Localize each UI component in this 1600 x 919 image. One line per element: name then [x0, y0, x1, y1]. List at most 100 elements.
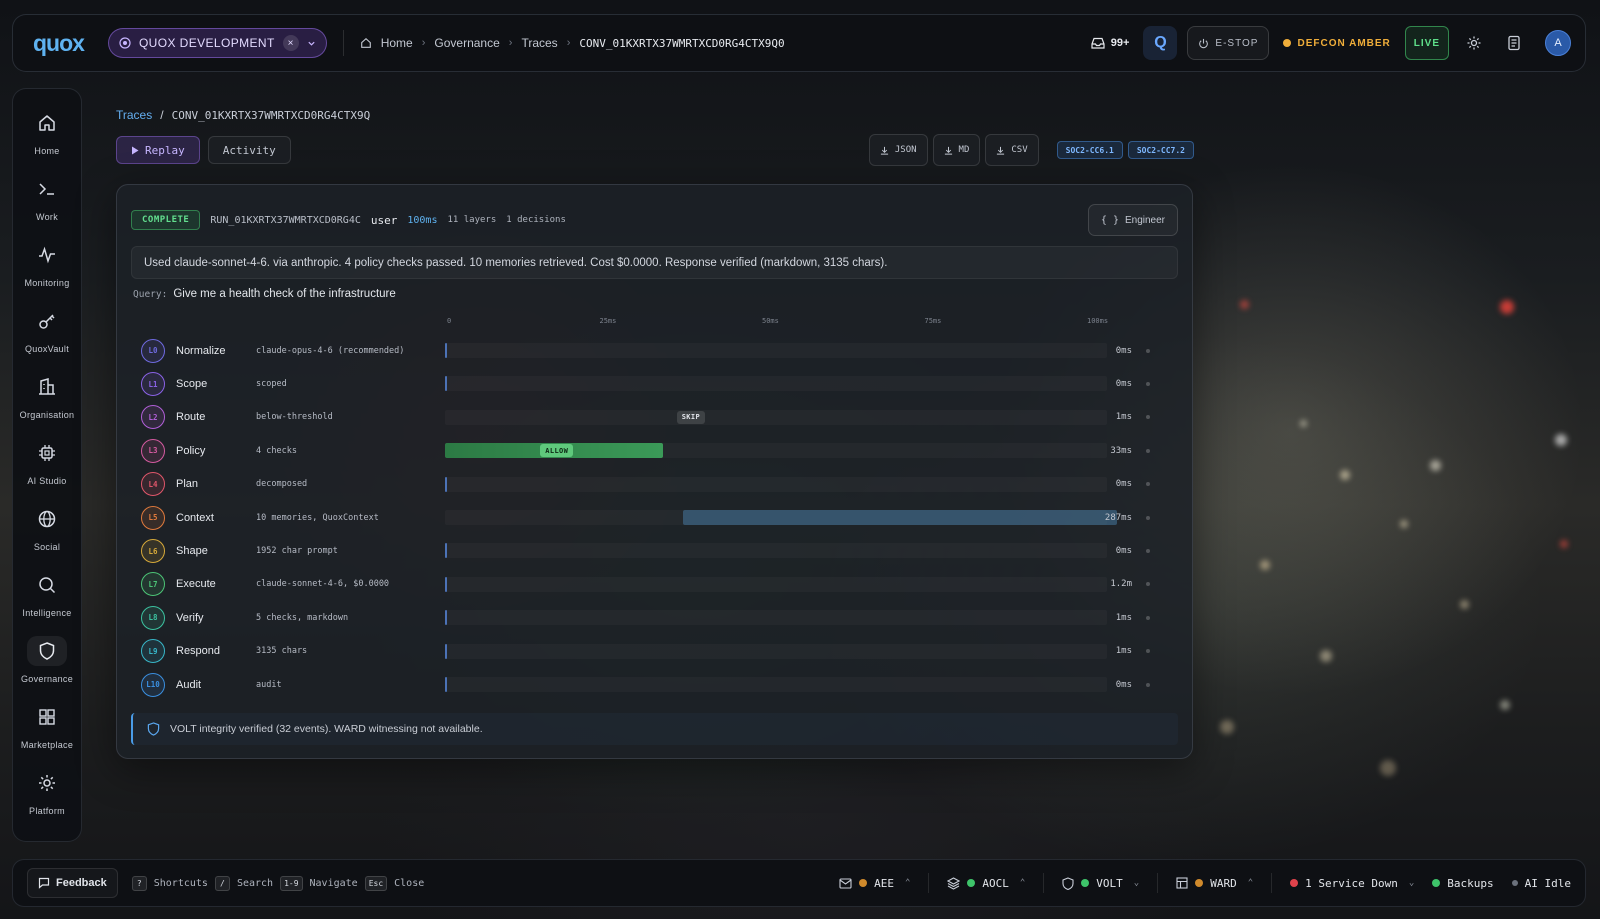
soc-tag[interactable]: SOC2-CC6.1 — [1056, 141, 1123, 159]
export-json-button[interactable]: JSON — [868, 134, 928, 166]
layer-detail: 1952 char prompt — [256, 546, 338, 557]
sidebar-item-monitoring[interactable]: Monitoring — [13, 231, 81, 297]
chevron-down-icon: ⌄ — [1133, 878, 1140, 888]
layer-row-policy[interactable]: L3 Policy 4 checks ALLOW 33ms — [131, 434, 1178, 467]
docs-button[interactable] — [1499, 28, 1529, 58]
org-clear-button[interactable]: × — [282, 35, 299, 51]
defcon-status[interactable]: DEFCON AMBER — [1279, 38, 1394, 49]
sidebar-item-label: Organisation — [19, 410, 75, 420]
sidebar-item-home[interactable]: Home — [13, 99, 81, 165]
page-breadcrumb: Traces / CONV_01KXRTX37WMRTXCD0RG4CTX9Q — [116, 108, 1196, 122]
axis-tick: 25ms — [599, 317, 617, 325]
sidebar-item-governance[interactable]: Governance — [13, 627, 81, 693]
layer-row-execute[interactable]: L7 Execute claude-sonnet-4-6, $0.0000 1.2m — [131, 568, 1178, 601]
chevron-right-icon: › — [508, 37, 513, 49]
layer-name: Context — [176, 511, 214, 524]
building-icon — [39, 378, 55, 395]
md-label: MD — [958, 145, 970, 155]
replay-button[interactable]: Replay — [116, 136, 200, 164]
chevron-down-icon: ⌄ — [1408, 878, 1415, 888]
sidebar-item-ai-studio[interactable]: AI Studio — [13, 429, 81, 495]
status-aocl[interactable]: AOCL ⌃ — [947, 877, 1025, 890]
sidebar-item-marketplace[interactable]: Marketplace — [13, 693, 81, 759]
status-backups[interactable]: Backups — [1432, 877, 1494, 890]
org-icon — [119, 37, 131, 49]
export-md-button[interactable]: MD — [932, 134, 981, 166]
avatar[interactable]: A — [1545, 30, 1571, 56]
layer-dot — [1146, 549, 1150, 554]
sidebar-item-intelligence[interactable]: Intelligence — [13, 561, 81, 627]
sidebar-item-platform[interactable]: Platform — [13, 759, 81, 825]
quox-assistant-button[interactable]: Q — [1143, 26, 1178, 60]
inbox-button[interactable]: 99+ — [1091, 37, 1130, 49]
activity-button[interactable]: Activity — [207, 136, 291, 164]
layer-duration: 1ms — [1115, 646, 1132, 657]
layer-row-audit[interactable]: L10 Audit audit 0ms — [131, 668, 1178, 701]
feedback-label: Feedback — [56, 877, 107, 889]
status-service[interactable]: 1 Service Down ⌄ — [1290, 877, 1414, 890]
export-csv-button[interactable]: CSV — [985, 134, 1039, 166]
trace-summary: Used claude-sonnet-4-6. via anthropic. 4… — [131, 246, 1178, 279]
sidebar-item-organisation[interactable]: Organisation — [13, 363, 81, 429]
layer-row-context[interactable]: L5 Context 10 memories, QuoxContext 287ms — [131, 501, 1178, 534]
action-bar: Replay Activity JSON MD CSV SOC2-CC6.1 S… — [116, 134, 1196, 166]
layer-duration: 1ms — [1115, 412, 1132, 423]
sidebar-item-label: Monitoring — [24, 278, 70, 288]
status-ai[interactable]: AI Idle — [1511, 877, 1571, 890]
activity-icon — [39, 246, 55, 264]
divider — [1043, 873, 1045, 893]
settings-button[interactable] — [1459, 28, 1489, 58]
timeline-track — [445, 343, 1107, 358]
chevron-down-icon[interactable] — [307, 39, 316, 48]
sidebar-item-social[interactable]: Social — [13, 495, 81, 561]
breadcrumb-current: CONV_01KXRTX37WMRTXCD0RG4CTX9Q0 — [579, 36, 785, 50]
layer-row-normalize[interactable]: L0 Normalize claude-opus-4-6 (recommended)… — [131, 334, 1178, 367]
main-content: Traces / CONV_01KXRTX37WMRTXCD0RG4CTX9Q … — [116, 98, 1196, 166]
layer-row-shape[interactable]: L6 Shape 1952 char prompt 0ms — [131, 534, 1178, 567]
sidebar-item-quoxvault[interactable]: QuoxVault — [13, 297, 81, 363]
breadcrumb-governance[interactable]: Governance — [434, 36, 499, 50]
home-icon — [360, 37, 371, 48]
status-aee[interactable]: AEE ⌃ — [839, 877, 910, 890]
layer-row-plan[interactable]: L4 Plan decomposed 0ms — [131, 468, 1178, 501]
layer-row-verify[interactable]: L8 Verify 5 checks, markdown 1ms — [131, 601, 1178, 634]
breadcrumb-traces[interactable]: Traces — [521, 36, 557, 50]
axis-tick: 75ms — [924, 317, 942, 325]
soc-tag[interactable]: SOC2-CC7.2 — [1127, 141, 1194, 159]
inbox-count: 99+ — [1110, 37, 1130, 49]
sidebar: Home Work Monitoring QuoxVault Organisat… — [12, 88, 82, 842]
layer-badge: L4 — [141, 472, 165, 497]
timeline-bar — [445, 576, 447, 592]
layers-count: 11 layers — [447, 215, 497, 225]
sidebar-item-work[interactable]: Work — [13, 165, 81, 231]
timeline-track — [445, 643, 1107, 659]
layer-row-scope[interactable]: L1 Scope scoped 0ms — [131, 367, 1178, 400]
engineer-toggle[interactable]: { } Engineer — [1087, 204, 1178, 236]
sidebar-item-label: Social — [33, 542, 61, 552]
layer-badge: L9 — [141, 639, 165, 664]
status-volt[interactable]: VOLT ⌄ — [1062, 877, 1139, 890]
query-label: Query: — [133, 288, 168, 300]
breadcrumb-separator: / — [160, 108, 164, 122]
org-switcher[interactable]: QUOX DEVELOPMENT × — [107, 28, 327, 58]
sidebar-item-label: Platform — [29, 806, 65, 816]
timeline-track — [445, 509, 1117, 525]
status-ward[interactable]: WARD ⌃ — [1176, 877, 1253, 890]
layer-row-respond[interactable]: L9 Respond 3135 chars 1ms — [131, 635, 1178, 668]
status-dot — [967, 879, 976, 887]
defcon-dot — [1283, 39, 1292, 47]
live-badge[interactable]: LIVE — [1404, 26, 1449, 60]
breadcrumb-home[interactable]: Home — [381, 36, 413, 50]
breadcrumb-traces-link[interactable]: Traces — [116, 108, 152, 122]
integrity-text: VOLT integrity verified (32 events). WAR… — [170, 723, 483, 736]
layer-dot — [1146, 582, 1150, 587]
layer-duration: 0ms — [1115, 379, 1132, 390]
estop-button[interactable]: E-STOP — [1187, 26, 1270, 60]
sidebar-item-label: QuoxVault — [24, 344, 70, 354]
feedback-button[interactable]: Feedback — [27, 868, 118, 898]
run-id[interactable]: RUN_01KXRTX37WMRTXCD0RG4C — [210, 215, 361, 226]
app-logo[interactable]: quox — [33, 30, 85, 57]
layer-detail: 4 checks — [256, 445, 297, 456]
layer-row-route[interactable]: L2 Route below-threshold SKIP 1ms — [131, 401, 1178, 434]
timeline-track — [445, 543, 1107, 559]
